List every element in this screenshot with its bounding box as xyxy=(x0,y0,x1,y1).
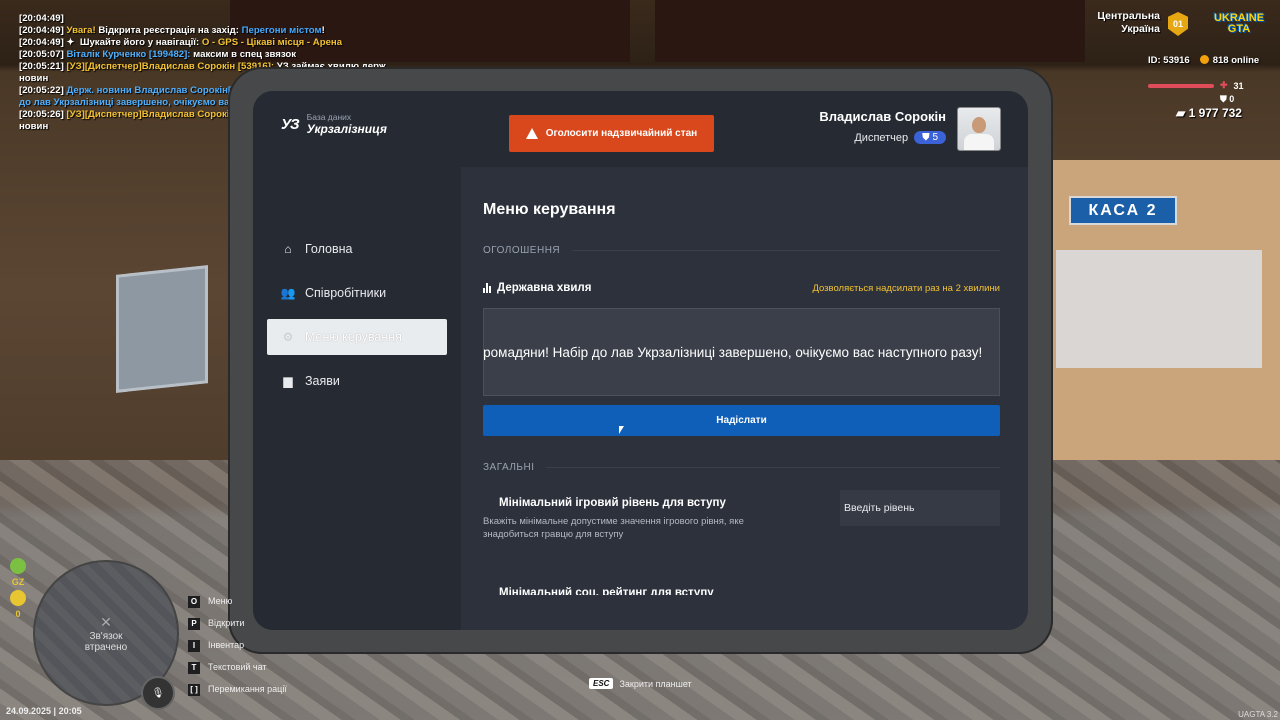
kasa-sign: КАСА 2 xyxy=(1069,196,1177,225)
key-hints: O Меню P Відкрити I Інвентар T Текстовий чат[ ]… xyxy=(188,590,287,700)
tools-icon xyxy=(10,590,26,606)
home-icon: ⌂ xyxy=(284,242,292,256)
microphone-icon: 🎙 xyxy=(141,676,175,710)
online-coin-icon xyxy=(1199,55,1209,64)
key-hint: T Текстовий чат xyxy=(188,656,287,678)
page-title: Меню керування xyxy=(483,201,616,218)
state-wave-hint: Дозволяється надсилати раз на 2 хвилини xyxy=(812,282,1000,294)
no-signal-icon: ✕ xyxy=(100,613,112,630)
state-wave-header: Державна хвиля Дозволяється надсилати ра… xyxy=(483,282,1000,294)
folder-icon: ▆ xyxy=(283,374,293,388)
sidebar-item-people[interactable]: 👥 Співробітники xyxy=(267,275,447,311)
chat-line: [20:05:07] Віталік Курченко [199482]: ма… xyxy=(19,49,297,60)
sidebar-item-folder[interactable]: ▆ Заяви xyxy=(267,363,447,399)
health-bar xyxy=(1148,83,1214,88)
player-id: ID: 53916 818 online xyxy=(1148,55,1260,66)
control-menu: Меню керування ОГОЛОШЕННЯ Державна хвиля… xyxy=(483,187,1000,595)
emergency-button-label: Оголосити надзвичайний стан xyxy=(545,128,698,139)
avatar xyxy=(957,107,1001,151)
tablet-screen: УЗ База даних Укрзалізниця ⌂ Головна 👥 Спів… xyxy=(253,91,1028,630)
gz-label: GZ xyxy=(11,577,25,587)
uz-logo: УЗ База даних Укрзалізниця xyxy=(281,112,387,137)
key-hint: P Відкрити xyxy=(188,612,287,634)
level-badge: ⛊ 5 xyxy=(914,131,946,144)
min-level-description: Вкажіть мінімальне допустиме значення іг… xyxy=(483,516,744,540)
armor-indicator: ⛊ 0 xyxy=(1220,94,1235,104)
status-icons: GZ 0 xyxy=(9,558,27,619)
min-level-setting: Мінімальний ігровий рівень для вступу Вк… xyxy=(483,490,1000,541)
signal-lost-text: Зв'язок втрачено xyxy=(84,630,128,653)
min-level-input[interactable] xyxy=(840,490,1000,526)
user-name: Владислав Сорокін xyxy=(819,109,946,124)
emergency-button[interactable]: Оголосити надзвичайний стан xyxy=(509,115,714,152)
sidebar-item-gear[interactable]: ⚙ Меню керування xyxy=(267,319,447,355)
chat-line: [20:04:49] xyxy=(19,13,64,24)
shield-icon: ⛊ xyxy=(1220,94,1227,104)
uz-logo-mark: УЗ xyxy=(281,116,300,133)
departure-board-right xyxy=(655,0,1085,62)
gz-value: 0 xyxy=(15,609,21,619)
key-hint: I Інвентар xyxy=(188,634,287,656)
close-tablet-hint: ESC Закрити планшет xyxy=(589,678,692,689)
esc-key: ESC xyxy=(589,678,614,689)
chat-line: [20:04:49] ✦ Шукайте його у навігації: O… xyxy=(19,37,343,48)
health-indicator: ✚ 31 xyxy=(1148,80,1244,91)
key-hint: O Меню xyxy=(188,590,287,612)
sidebar-nav: ⌂ Головна 👥 Співробітники ⚙ Меню керування ▆ За… xyxy=(267,231,447,407)
health-plus-icon: ✚ xyxy=(1220,80,1228,90)
header: Оголосити надзвичайний стан Владислав Со… xyxy=(461,91,1028,167)
sidebar: УЗ База даних Укрзалізниця ⌂ Головна 👥 Спів… xyxy=(253,91,461,630)
sidebar-item-home[interactable]: ⌂ Головна xyxy=(267,231,447,267)
user-role: Диспетчер ⛊ 5 xyxy=(854,131,946,144)
ticket-office-window xyxy=(1056,250,1262,368)
chat-line: [20:04:49] Увага! Відкрита реєстрація на… xyxy=(19,25,325,36)
gear-icon: ⚙ xyxy=(282,330,294,344)
state-wave-title: Державна хвиля xyxy=(483,282,591,294)
min-social-rating-title: Мінімальний соц. рейтинг для вступу xyxy=(499,587,714,595)
logo-name: Укрзалізниця xyxy=(306,122,387,136)
datetime: 24.09.2025 | 20:05 xyxy=(6,706,82,716)
server-badge: 01 xyxy=(1168,12,1188,36)
cash-icon: ▰ xyxy=(1176,106,1186,120)
section-general: ЗАГАЛЬНІ xyxy=(483,462,1000,473)
warning-icon xyxy=(525,128,538,139)
min-level-title: Мінімальний ігровий рівень для вступу xyxy=(499,497,726,509)
money-indicator: ▰ 1 977 732 xyxy=(1176,106,1242,120)
version-label: UAGTA 3.2 xyxy=(1238,710,1278,719)
section-announcements: ОГОЛОШЕННЯ xyxy=(483,245,1000,256)
region-label: Центральна Україна xyxy=(1097,10,1160,35)
heart-icon xyxy=(10,558,26,574)
mouse-cursor xyxy=(619,426,624,434)
sidebar-item-label: Співробітники xyxy=(305,286,387,300)
notice-board xyxy=(116,265,208,393)
send-button[interactable]: Надіслати xyxy=(483,405,1000,436)
bar-chart-icon xyxy=(483,283,491,293)
sidebar-item-label: Головна xyxy=(305,242,353,256)
people-icon: 👥 xyxy=(280,286,296,300)
message-text: Шановні громадяни! Набір до лав Укрзаліз… xyxy=(483,344,983,360)
logo-subtitle: База даних xyxy=(306,112,352,122)
ukraine-gta-logo: UKRAINE GTA xyxy=(1213,12,1265,35)
sidebar-item-label: Меню керування xyxy=(305,330,402,344)
message-textarea[interactable]: Шановні громадяни! Набір до лав Укрзаліз… xyxy=(483,308,1000,396)
key-hint: [ ] Перемикання рації xyxy=(188,678,287,700)
sidebar-item-label: Заяви xyxy=(305,374,340,388)
